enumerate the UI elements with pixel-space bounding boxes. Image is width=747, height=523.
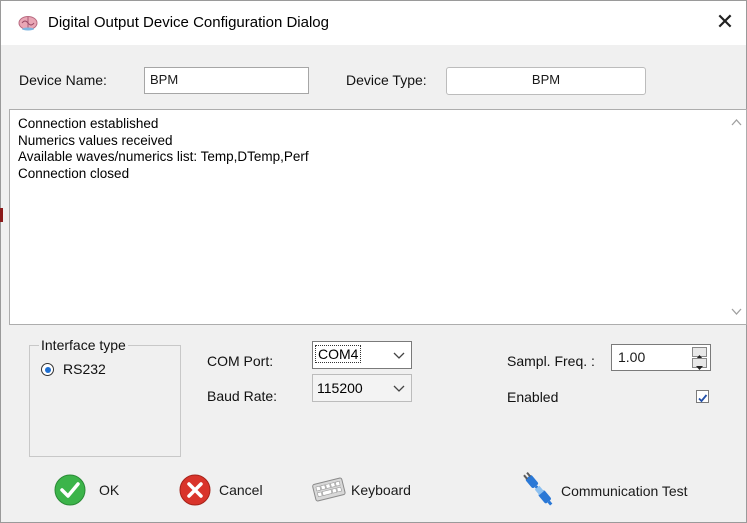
- spin-up-button[interactable]: [692, 347, 707, 359]
- device-name-field[interactable]: BPM: [144, 67, 309, 94]
- window-edge-marker: [0, 208, 3, 222]
- brain-icon: [18, 16, 38, 31]
- ok-button[interactable]: OK: [53, 473, 123, 509]
- interface-type-legend: Interface type: [39, 337, 128, 353]
- enabled-label: Enabled: [507, 389, 559, 405]
- x-circle-icon: [179, 474, 211, 506]
- log-line: Available waves/numerics list: Temp,DTem…: [18, 149, 309, 164]
- scroll-up-icon[interactable]: [730, 116, 743, 129]
- triangle-down-icon: [696, 366, 703, 370]
- plug-connector-icon: [523, 471, 553, 506]
- log-scrollbar[interactable]: [727, 110, 746, 324]
- communication-test-button[interactable]: Communication Test: [521, 471, 716, 507]
- log-line: Numerics values received: [18, 132, 173, 148]
- log-line: Connection closed: [18, 165, 130, 181]
- device-name-label: Device Name:: [19, 72, 107, 88]
- chevron-down-icon[interactable]: [393, 383, 405, 393]
- sampl-freq-spinner[interactable]: 1.00: [611, 344, 711, 371]
- log-lines: Connection established Numerics values r…: [18, 116, 309, 182]
- cancel-button[interactable]: Cancel: [178, 473, 273, 509]
- window-title: Digital Output Device Configuration Dial…: [48, 14, 329, 31]
- device-type-label: Device Type:: [346, 72, 427, 88]
- close-button[interactable]: ✕: [710, 8, 740, 38]
- keyboard-label: Keyboard: [351, 482, 411, 498]
- com-port-value: COM4: [315, 345, 362, 363]
- com-port-select[interactable]: COM4: [312, 341, 412, 369]
- title-bar: Digital Output Device Configuration Dial…: [1, 1, 746, 45]
- rs232-label[interactable]: RS232: [63, 361, 106, 377]
- connection-log[interactable]: Connection established Numerics values r…: [9, 109, 747, 325]
- baud-rate-select[interactable]: 115200: [312, 374, 412, 402]
- rs232-radio[interactable]: [41, 363, 54, 376]
- enabled-checkbox[interactable]: [696, 390, 709, 403]
- keyboard-icon: [312, 477, 346, 502]
- spin-down-button[interactable]: [692, 358, 707, 370]
- baud-rate-label: Baud Rate:: [207, 388, 278, 404]
- log-line: Connection established: [18, 116, 159, 131]
- com-port-label: COM Port:: [207, 353, 274, 369]
- baud-rate-value: 115200: [317, 380, 363, 396]
- checkmark-icon: [698, 394, 708, 403]
- dialog-window: Digital Output Device Configuration Dial…: [0, 0, 747, 523]
- sampl-freq-value: 1.00: [618, 349, 646, 365]
- chevron-down-icon[interactable]: [393, 350, 405, 360]
- close-icon[interactable]: ✕: [716, 9, 734, 34]
- check-circle-icon: [54, 474, 86, 506]
- sampl-freq-label: Sampl. Freq. :: [507, 353, 595, 369]
- keyboard-button[interactable]: Keyboard: [311, 473, 426, 509]
- cancel-label: Cancel: [219, 482, 263, 498]
- scroll-down-icon[interactable]: [730, 305, 743, 318]
- device-type-field: BPM: [446, 67, 646, 95]
- communication-test-label: Communication Test: [561, 483, 688, 499]
- ok-label: OK: [99, 482, 120, 498]
